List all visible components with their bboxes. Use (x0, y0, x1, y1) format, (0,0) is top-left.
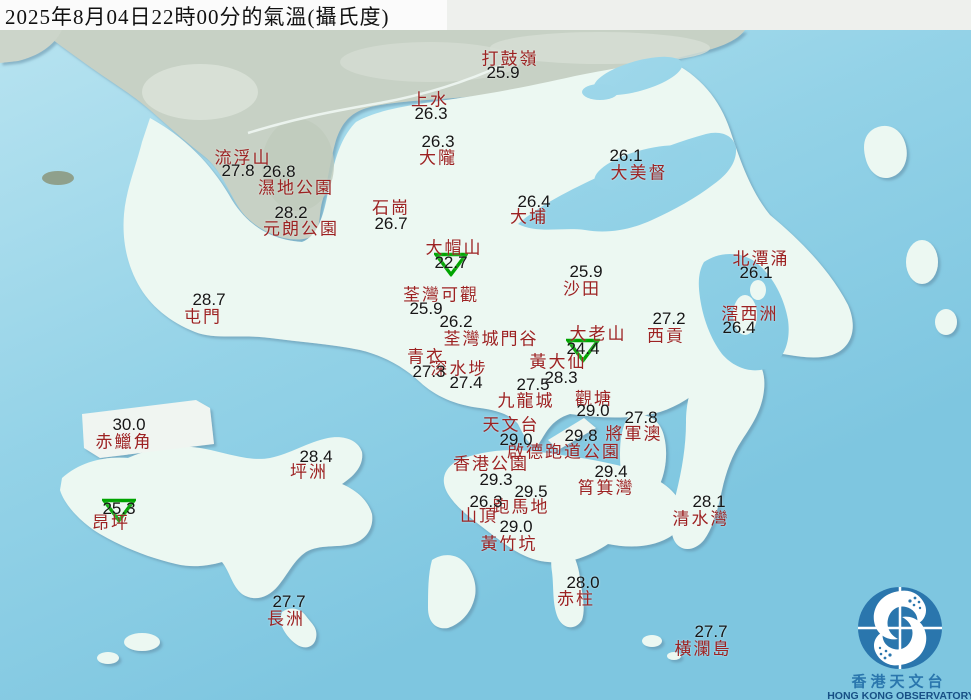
station-temperature-value: 25.9 (569, 262, 602, 282)
station-temperature-value: 27.2 (652, 309, 685, 329)
island-soko-1 (124, 633, 160, 651)
station-temperature-value: 26.2 (439, 312, 472, 332)
station-temperature-value: 28.7 (192, 290, 225, 310)
station-temperature-value: 26.7 (374, 214, 407, 234)
station-temperature-value: 29.8 (564, 426, 597, 446)
station-temperature-value: 25.3 (102, 499, 135, 519)
station-temperature-value: 27.3 (412, 362, 445, 382)
station-temperature-value: 26.4 (722, 318, 755, 338)
station-temperature-value: 27.7 (272, 592, 305, 612)
islet-deep-bay (42, 171, 74, 185)
station-temperature-value: 25.9 (409, 299, 442, 319)
station-temperature-value: 27.8 (624, 408, 657, 428)
station-temperature-value: 29.5 (514, 482, 547, 502)
island-soko-2 (97, 652, 119, 664)
station-temperature-value: 28.1 (692, 492, 725, 512)
station-temperature-value: 29.0 (499, 517, 532, 537)
island-peng-chau (337, 443, 351, 453)
hko-temperature-map: 2025年8月04日22時00分的氣溫(攝氏度) 打鼓嶺25.9上水26.3大隴… (0, 0, 971, 700)
station-temperature-value: 27.7 (694, 622, 727, 642)
station-temperature-value: 26.1 (739, 263, 772, 283)
logo-name-en: HONG KONG OBSERVATORY (827, 690, 971, 700)
island-po-toi (642, 635, 662, 647)
station-temperature-value: 26.3 (414, 104, 447, 124)
logo-name-cn: 香港天文台 (851, 671, 946, 692)
station-temperature-value: 28.0 (566, 573, 599, 593)
station-temperature-value: 26.4 (517, 192, 550, 212)
urban-patch (142, 64, 258, 120)
station-temperature-value: 26.8 (262, 162, 295, 182)
station-temperature-value: 30.0 (112, 415, 145, 435)
station-temperature-value: 28.2 (274, 203, 307, 223)
island-mirs-3 (935, 309, 957, 335)
water-starling-inlet-2 (582, 84, 618, 100)
station-temperature-value: 26.1 (609, 146, 642, 166)
station-temperature-value: 27.5 (516, 375, 549, 395)
station-temperature-value: 29.0 (499, 430, 532, 450)
station-temperature-value: 27.4 (449, 373, 482, 393)
station-temperature-value: 29.4 (594, 462, 627, 482)
station-temperature-value: 24.4 (566, 339, 599, 359)
station-temperature-value: 27.8 (221, 161, 254, 181)
page-title: 2025年8月04日22時00分的氣溫(攝氏度) (5, 1, 390, 31)
station-temperature-value: 26.3 (469, 492, 502, 512)
station-temperature-value: 26.3 (421, 132, 454, 152)
station-temperature-value: 22.7 (434, 253, 467, 273)
island-kau-sai-chau-2 (750, 280, 766, 300)
station-temperature-value: 29.3 (479, 470, 512, 490)
hong-kong-map (0, 0, 971, 700)
station-temperature-value: 25.9 (486, 63, 519, 83)
island-mirs-2 (906, 240, 938, 284)
station-temperature-value: 29.0 (576, 401, 609, 421)
station-temperature-value: 28.4 (299, 447, 332, 467)
